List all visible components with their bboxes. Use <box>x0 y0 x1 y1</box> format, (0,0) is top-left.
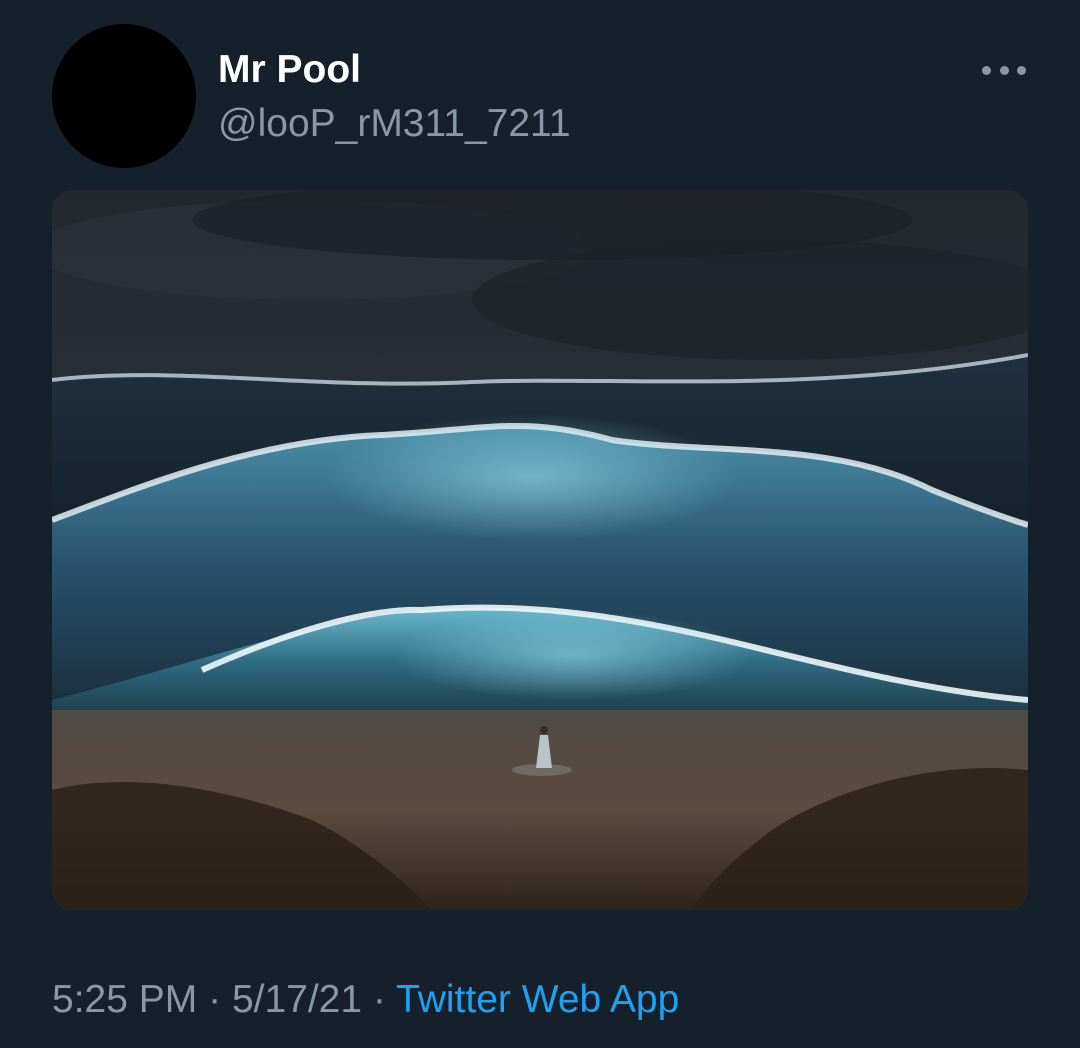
tweet-source-link[interactable]: Twitter Web App <box>396 978 679 1021</box>
dot <box>1017 65 1026 75</box>
author-display-name[interactable]: Mr Pool <box>218 46 361 94</box>
avatar[interactable] <box>52 24 196 168</box>
dot <box>982 65 991 75</box>
tweet-date[interactable]: 5/17/21 <box>232 978 362 1021</box>
tweet-image[interactable] <box>52 190 1028 910</box>
storm-waves-image <box>52 190 1028 910</box>
more-options-icon[interactable] <box>982 58 1026 82</box>
separator: · <box>372 978 386 1021</box>
tweet-detail: Mr Pool @looP_rM311_7211 5:25 PM · 5/17/… <box>0 0 1080 1048</box>
separator: · <box>208 978 222 1021</box>
tweet-time[interactable]: 5:25 PM <box>52 978 197 1021</box>
dot <box>999 65 1009 75</box>
author-handle[interactable]: @looP_rM311_7211 <box>218 100 571 148</box>
tweet-timestamp-line: 5:25 PM · 5/17/21 · Twitter Web App <box>52 975 679 1025</box>
